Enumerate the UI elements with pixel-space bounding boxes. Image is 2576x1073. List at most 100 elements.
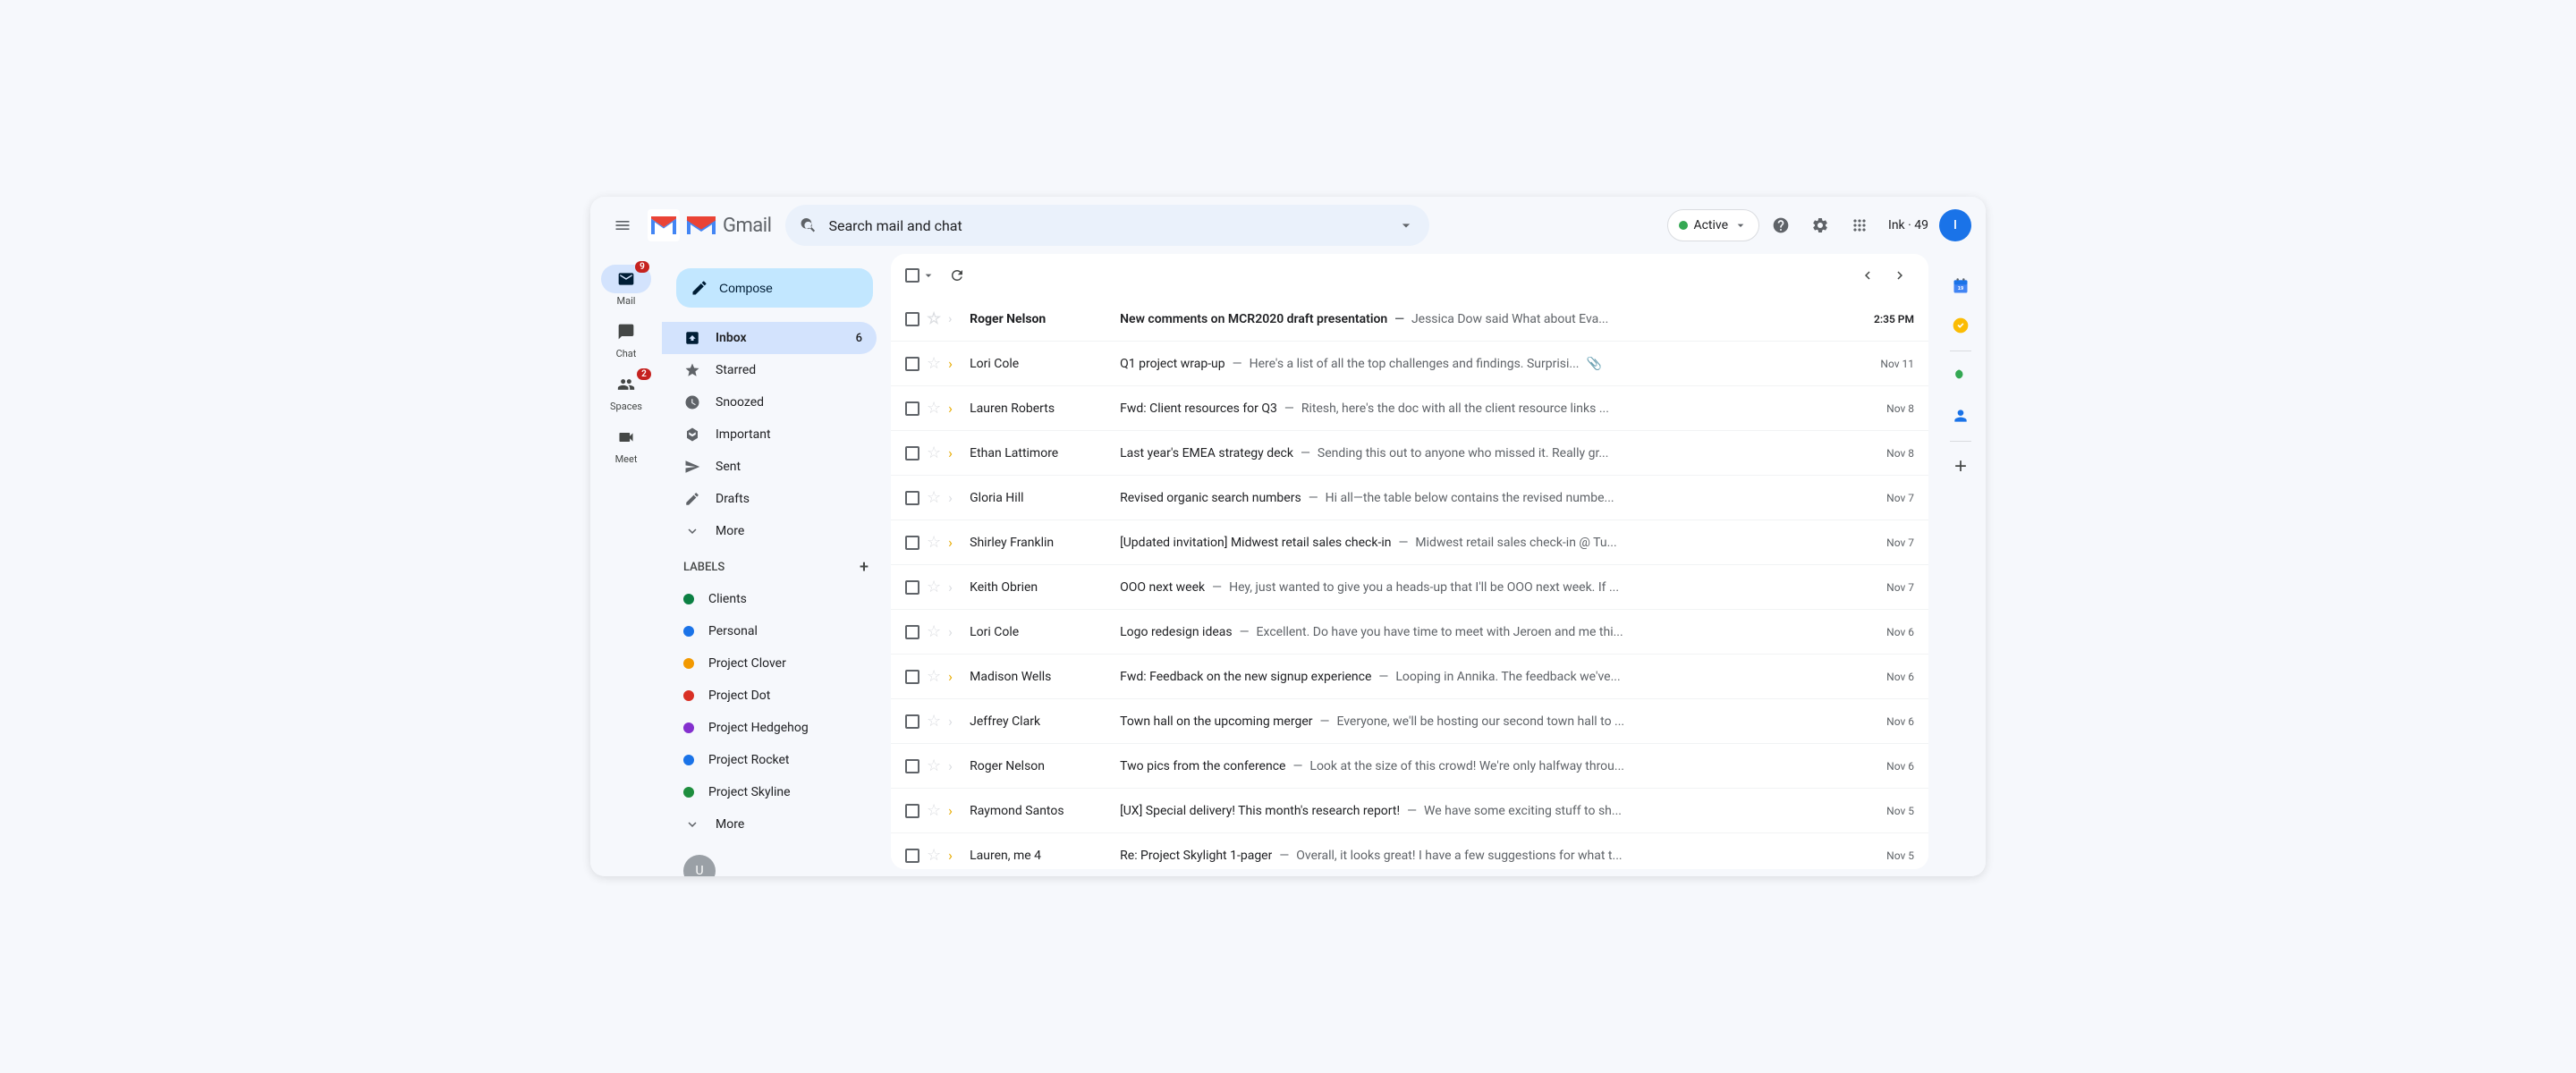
sidebar-item-project-clover[interactable]: Project Clover [662, 647, 877, 680]
email-row[interactable]: ☆ › Roger Nelson Two pics from the confe… [891, 744, 1928, 789]
email-preview: Sending this out to anyone who missed it… [1318, 446, 1609, 460]
calendar-button[interactable]: 19 [1943, 268, 1979, 304]
email-row[interactable]: ☆ › Lori Cole Q1 project wrap-up — Here'… [891, 342, 1928, 386]
select-all-area[interactable] [905, 268, 936, 283]
important-icon [683, 427, 701, 443]
settings-button[interactable] [1802, 207, 1838, 243]
inbox-count: 6 [856, 332, 862, 345]
add-label-button[interactable]: + [852, 554, 877, 579]
nav-item-spaces[interactable]: 2 Spaces [594, 367, 658, 416]
email-row[interactable]: ☆ › Gloria Hill Revised organic search n… [891, 476, 1928, 520]
nav-item-chat[interactable]: Chat [594, 314, 658, 363]
sidebar-item-personal[interactable]: Personal [662, 615, 877, 647]
email-row[interactable]: ☆ › Madison Wells Fwd: Feedback on the n… [891, 655, 1928, 699]
apps-button[interactable] [1842, 207, 1877, 243]
row-checkbox[interactable] [905, 536, 919, 550]
active-status[interactable]: Active [1667, 209, 1759, 241]
sidebar-item-project-rocket[interactable]: Project Rocket [662, 744, 877, 776]
sender-name: Roger Nelson [970, 312, 1113, 326]
star-button[interactable]: ☆ [927, 712, 941, 731]
email-row[interactable]: ☆ › Lori Cole Logo redesign ideas — Exce… [891, 610, 1928, 655]
email-date: Nov 7 [1860, 492, 1914, 504]
avatar[interactable]: I [1939, 209, 1971, 241]
nav-item-mail[interactable]: 9 Mail [594, 261, 658, 310]
contacts-button[interactable] [1943, 398, 1979, 434]
sidebar-item-important[interactable]: Important [662, 418, 877, 451]
email-date: Nov 7 [1860, 536, 1914, 549]
star-button[interactable]: ☆ [927, 309, 941, 328]
sidebar-item-more[interactable]: More [662, 515, 877, 547]
sidebar-item-starred[interactable]: Starred [662, 354, 877, 386]
user-chip[interactable]: Ink · 49 [1881, 215, 1936, 236]
star-button[interactable]: ☆ [927, 846, 941, 865]
keep-button[interactable] [1943, 359, 1979, 394]
star-button[interactable]: ☆ [927, 399, 941, 418]
email-date: Nov 5 [1860, 805, 1914, 817]
personal-label: Personal [708, 624, 862, 638]
add-service-button[interactable]: + [1943, 449, 1979, 485]
email-row[interactable]: ☆ › Raymond Santos [UX] Special delivery… [891, 789, 1928, 833]
row-checkbox[interactable] [905, 357, 919, 371]
select-all-checkbox[interactable] [905, 268, 919, 283]
row-checkbox[interactable] [905, 446, 919, 460]
sidebar-item-project-skyline[interactable]: Project Skyline [662, 776, 877, 808]
row-checkbox[interactable] [905, 401, 919, 416]
email-row[interactable]: ☆ › Shirley Franklin [Updated invitation… [891, 520, 1928, 565]
star-button[interactable]: ☆ [927, 444, 941, 462]
nav-icon-bg-chat [601, 317, 651, 346]
sidebar-item-clients[interactable]: Clients [662, 583, 877, 615]
sidebar-item-project-dot[interactable]: Project Dot [662, 680, 877, 712]
star-button[interactable]: ☆ [927, 488, 941, 507]
sidebar-item-more-labels[interactable]: More [662, 808, 877, 841]
row-checkbox[interactable] [905, 804, 919, 818]
sender-name: Lori Cole [970, 625, 1113, 639]
email-row[interactable]: ☆ › Ethan Lattimore Last year's EMEA str… [891, 431, 1928, 476]
row-checkbox[interactable] [905, 759, 919, 773]
star-button[interactable]: ☆ [927, 801, 941, 820]
sidebar-item-inbox[interactable]: Inbox 6 [662, 322, 877, 354]
select-dropdown-icon[interactable] [921, 268, 936, 283]
row-checkbox[interactable] [905, 491, 919, 505]
menu-button[interactable] [605, 207, 640, 243]
refresh-button[interactable] [943, 261, 971, 290]
important-marker: › [948, 623, 962, 640]
email-row[interactable]: ☆ › Lauren Roberts Fwd: Client resources… [891, 386, 1928, 431]
email-row[interactable]: ☆ › Lauren, me 4 Re: Project Skylight 1-… [891, 833, 1928, 869]
star-button[interactable]: ☆ [927, 578, 941, 596]
email-date: 2:35 PM [1860, 313, 1914, 325]
keep-icon [1952, 368, 1970, 385]
star-button[interactable]: ☆ [927, 667, 941, 686]
row-checkbox[interactable] [905, 625, 919, 639]
email-subject: Fwd: Client resources for Q3 [1120, 401, 1277, 416]
email-date: Nov 6 [1860, 715, 1914, 728]
star-button[interactable]: ☆ [927, 354, 941, 373]
email-row[interactable]: ☆ › Jeffrey Clark Town hall on the upcom… [891, 699, 1928, 744]
row-checkbox[interactable] [905, 312, 919, 326]
compose-button[interactable]: Compose [676, 268, 873, 308]
email-row[interactable]: ☆ › Keith Obrien OOO next week — Hey, ju… [891, 565, 1928, 610]
sidebar-item-project-hedgehog[interactable]: Project Hedgehog [662, 712, 877, 744]
gmail-logo: Gmail [648, 209, 771, 241]
row-checkbox[interactable] [905, 849, 919, 863]
email-subject: Revised organic search numbers [1120, 491, 1301, 505]
star-button[interactable]: ☆ [927, 756, 941, 775]
sidebar-item-sent[interactable]: Sent [662, 451, 877, 483]
star-button[interactable]: ☆ [927, 533, 941, 552]
user-avatar-1[interactable]: U [683, 855, 716, 876]
tasks-button[interactable] [1943, 308, 1979, 343]
search-dropdown-icon[interactable] [1397, 216, 1415, 234]
sidebar-item-drafts[interactable]: Drafts [662, 483, 877, 515]
row-checkbox[interactable] [905, 670, 919, 684]
row-checkbox[interactable] [905, 714, 919, 729]
help-button[interactable] [1763, 207, 1799, 243]
prev-page-button[interactable] [1853, 261, 1882, 290]
sender-name: Jeffrey Clark [970, 714, 1113, 729]
sidebar-item-snoozed[interactable]: Snoozed [662, 386, 877, 418]
star-button[interactable]: ☆ [927, 622, 941, 641]
row-checkbox[interactable] [905, 580, 919, 595]
email-row[interactable]: ☆ › Roger Nelson New comments on MCR2020… [891, 297, 1928, 342]
important-marker: › [948, 489, 962, 506]
next-page-button[interactable] [1885, 261, 1914, 290]
nav-item-meet[interactable]: Meet [594, 419, 658, 469]
search-bar[interactable]: Search mail and chat [785, 205, 1429, 246]
